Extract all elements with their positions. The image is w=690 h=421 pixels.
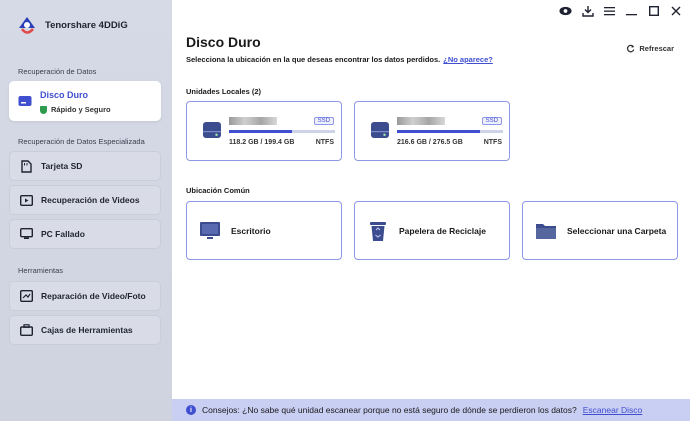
location-recycle-bin[interactable]: Papelera de Reciclaje [354,201,510,260]
scan-disk-link[interactable]: Escanear Disco [583,405,643,415]
location-label: Papelera de Reciclaje [399,225,486,236]
sidebar-item-sd-card[interactable]: Tarjeta SD [9,151,161,181]
section-label-tools: Herramientas [18,266,64,275]
repair-icon [19,289,33,303]
drive-filesystem: NTFS [315,139,334,146]
minimize-icon[interactable] [625,4,638,17]
page-title: Disco Duro [186,34,261,50]
menu-icon[interactable] [603,4,616,17]
page-subtitle: Selecciona la ubicación en la que deseas… [186,55,493,64]
subtitle-text: Selecciona la ubicación en la que deseas… [186,55,441,64]
shield-icon [40,105,47,114]
drive-name-redacted [397,117,445,125]
drive-size: 216.6 GB / 276.5 GB [397,139,463,146]
usage-bar [229,130,335,133]
download-icon[interactable] [581,4,594,17]
app-name: Tenorshare 4DDiG [45,19,128,31]
section-label-recovery: Recuperación de Datos [18,67,97,76]
pc-icon [19,227,33,241]
location-label: Escritorio [231,225,271,236]
section-label-special: Recuperación de Datos Especializada [18,137,145,146]
drive-card[interactable]: SSD 118.2 GB / 199.4 GB NTFS [186,101,342,161]
hard-drive-icon [18,94,32,108]
not-shown-link[interactable]: ¿No aparece? [443,55,493,64]
local-drives-label: Unidades Locales (2) [186,87,262,96]
common-location-label: Ubicación Común [186,186,250,195]
sidebar-item-label: Recuperación de Videos [41,195,140,205]
window-controls [559,4,682,17]
sidebar: Tenorshare 4DDiG Recuperación de Datos D… [0,0,172,421]
sidebar-item-label: Disco Duro [40,90,89,100]
info-icon: i [186,405,196,415]
drive-name-redacted [229,117,277,125]
account-icon[interactable] [559,4,572,17]
location-label: Seleccionar una Carpeta [567,225,667,236]
video-icon [19,193,33,207]
sidebar-item-sub: Rápido y Seguro [40,105,111,114]
refresh-icon [627,44,635,53]
drive-type-badge: SSD [313,117,334,125]
sidebar-item-video[interactable]: Recuperación de Videos [9,185,161,215]
location-desktop[interactable]: Escritorio [186,201,342,260]
drive-type-badge: SSD [481,117,502,125]
usage-bar [397,130,503,133]
main-panel: Disco Duro Selecciona la ubicación en la… [172,0,690,421]
tip-text: Consejos: ¿No sabe qué unidad escanear p… [202,405,577,415]
drive-filesystem: NTFS [483,139,502,146]
safe-label: Rápido y Seguro [51,105,111,114]
maximize-icon[interactable] [647,4,660,17]
sidebar-item-repair[interactable]: Reparación de Video/Foto [9,281,161,311]
sidebar-item-label: PC Fallado [41,229,85,239]
app-logo-icon [19,17,35,34]
hard-drive-icon [203,122,221,138]
sd-card-icon [19,159,33,173]
folder-icon [535,220,557,242]
brand: Tenorshare 4DDiG [16,14,128,36]
sidebar-item-label: Cajas de Herramientas [41,325,133,335]
hard-drive-icon [371,122,389,138]
sidebar-item-label: Tarjeta SD [41,161,83,171]
sidebar-item-label: Reparación de Video/Foto [41,291,146,301]
sidebar-item-toolbox[interactable]: Cajas de Herramientas [9,315,161,345]
refresh-label: Refrescar [639,44,674,53]
close-icon[interactable] [669,4,682,17]
recycle-bin-icon [367,220,389,242]
toolbox-icon [19,323,33,337]
refresh-button[interactable]: Refrescar [626,44,674,53]
tip-bar: i Consejos: ¿No sabe qué unidad escanear… [172,399,690,421]
sidebar-item-hard-drive[interactable]: Disco Duro Rápido y Seguro [9,81,161,121]
sidebar-item-crashed-pc[interactable]: PC Fallado [9,219,161,249]
location-select-folder[interactable]: Seleccionar una Carpeta [522,201,678,260]
drive-size: 118.2 GB / 199.4 GB [229,139,295,146]
drive-card[interactable]: SSD 216.6 GB / 276.5 GB NTFS [354,101,510,161]
desktop-icon [199,220,221,242]
